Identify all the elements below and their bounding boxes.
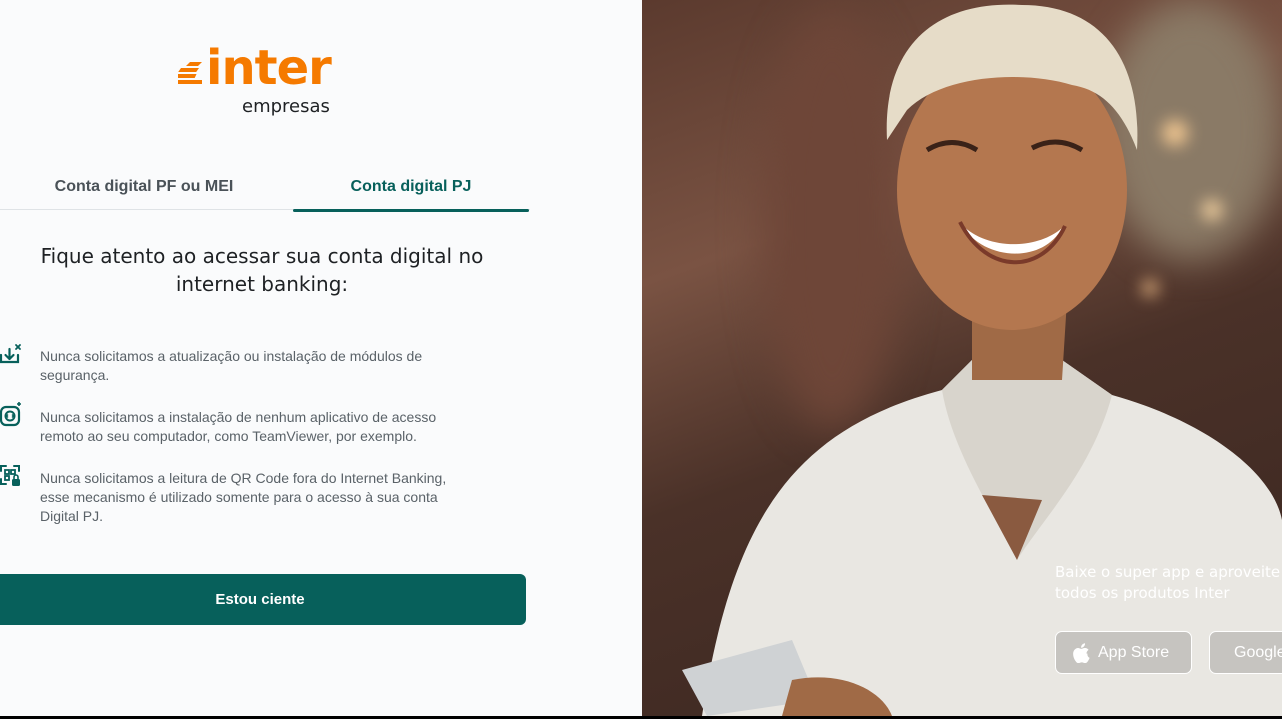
brand-name: inter [206, 40, 332, 96]
notice-line: Nunca solicitamos a instalação de nenhum… [40, 409, 437, 425]
apple-icon [1073, 642, 1090, 663]
promo-line: todos os produtos Inter [1055, 584, 1230, 602]
promo-line: Baixe o super app e aproveite [1055, 563, 1281, 581]
promo-panel: Baixe o super app e aproveite todos os p… [642, 0, 1282, 716]
security-heading: Fique atento ao acessar sua conta digita… [0, 242, 524, 298]
notice-line: segurança. [40, 367, 110, 383]
notice-line: Nunca solicitamos a atualização ou insta… [40, 348, 423, 364]
brand-subtitle: empresas [242, 96, 330, 117]
smiling-woman-photo [682, 4, 1282, 716]
google-play-button[interactable]: Google Play [1209, 631, 1282, 674]
app-store-label: App Store [1098, 643, 1170, 661]
notice-line: remoto ao seu computador, como TeamViewe… [40, 428, 417, 444]
google-play-label: Google Play [1234, 643, 1282, 661]
notice-line: Nunca solicitamos a leitura de QR Code f… [40, 470, 447, 486]
login-panel: inter empresas Conta digital PF ou MEI C… [0, 0, 642, 716]
account-type-tabs: Conta digital PF ou MEI Conta digital PJ [0, 170, 530, 212]
notice-text: Nunca solicitamos a leitura de QR Code f… [40, 469, 510, 526]
tab-pj[interactable]: Conta digital PJ [293, 178, 529, 212]
heading-line: Fique atento ao acessar sua conta digita… [40, 244, 484, 268]
inter-empresas-logo: inter empresas [178, 40, 348, 124]
confirm-button[interactable]: Estou ciente [0, 574, 526, 625]
qr-code-lock-icon [0, 465, 20, 486]
remote-access-icon [0, 402, 21, 427]
tab-pf-mei[interactable]: Conta digital PF ou MEI [0, 178, 288, 210]
inter-sun-icon [178, 62, 202, 84]
download-module-icon [0, 344, 21, 364]
app-store-button[interactable]: App Store [1055, 631, 1192, 674]
notice-line: esse mecanismo é utilizado somente para … [40, 489, 438, 505]
notice-text: Nunca solicitamos a atualização ou insta… [40, 347, 510, 385]
promo-text: Baixe o super app e aproveite todos os p… [1055, 562, 1282, 604]
heading-line: internet banking: [175, 272, 349, 296]
notice-line: Digital PJ. [40, 508, 104, 524]
notice-text: Nunca solicitamos a instalação de nenhum… [40, 408, 510, 446]
